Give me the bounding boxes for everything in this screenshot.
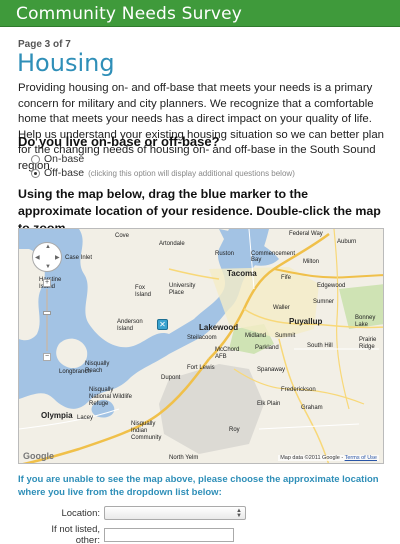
map-label-cove: Cove [115, 233, 130, 239]
question-base-label: Do you live on-base or off-base? [18, 134, 220, 149]
map-label-lakewood: Lakewood [199, 323, 239, 332]
map-label-sumner: Sumner [313, 299, 335, 305]
location-select[interactable]: ▲ ▼ [104, 506, 246, 520]
option-on-base-label: On-base [44, 153, 85, 165]
radio-off-base[interactable] [31, 168, 40, 178]
pan-down-icon[interactable]: ▼ [45, 264, 51, 270]
map-label-auburn: Auburn [337, 239, 357, 245]
pan-left-icon[interactable]: ◀ [35, 254, 40, 261]
location-label: Location: [61, 507, 100, 519]
zoom-track[interactable] [46, 289, 48, 351]
map-label-artondale: Artondale [159, 241, 185, 247]
map-label-parkland: Parkland [255, 345, 279, 351]
map-label-nisqually-indian: Nisqually Indian Community [131, 421, 162, 441]
question-dropdown-label: If you are unable to see the map above, … [18, 474, 379, 498]
map-label-puyallup: Puyallup [289, 317, 323, 326]
map-label-steilacoom: Steilacoom [187, 335, 217, 341]
other-field-row: If not listed, other: [30, 524, 234, 544]
map-label-waller: Waller [273, 305, 290, 311]
map-label-dupont: Dupont [161, 375, 181, 381]
map-label-federal-way: Federal Way [289, 231, 323, 237]
map-label-edgewood: Edgewood [317, 283, 346, 289]
map-attribution: Map data ©2011 Google - Terms of Use [278, 455, 379, 461]
map-label-commencement-bay: Commencement Bay [251, 251, 296, 263]
pan-right-icon[interactable]: ▶ [55, 254, 60, 261]
map-label-fox-island: Fox Island [135, 285, 152, 298]
option-off-base-note: (clicking this option will display addit… [88, 168, 295, 178]
pan-up-icon[interactable]: ▲ [45, 244, 51, 250]
map-label-milton: Milton [303, 259, 320, 265]
map-label-fife: Fife [281, 275, 292, 281]
map-data-credit: Map data ©2011 Google [280, 455, 340, 461]
map-label-bonney-lake: Bonney Lake [355, 315, 376, 328]
map-label-longbranch: Longbranch [59, 369, 91, 375]
map-label-north-yelm: North Yelm [169, 455, 199, 461]
map-label-spanaway: Spanaway [257, 367, 286, 373]
map-label-case-inlet: Case Inlet [65, 255, 93, 261]
map-pin-icon[interactable]: ✕ [157, 319, 168, 330]
map-label-olympia: Olympia [41, 411, 73, 420]
option-on-base[interactable]: On-base [31, 153, 84, 165]
radio-on-base[interactable] [31, 154, 40, 164]
other-location-input[interactable] [104, 528, 234, 542]
map-label-roy: Roy [229, 427, 240, 433]
map-label-university-place: University Place [169, 283, 196, 296]
select-arrows-icon: ▲ ▼ [236, 508, 242, 519]
map-label-south-hill: South Hill [307, 343, 333, 349]
map-pan-control[interactable]: ▲ ▼ ◀ ▶ [32, 242, 62, 272]
location-map[interactable]: Cove Artondale Ruston Federal Way Auburn… [18, 228, 384, 464]
map-label-elk-plain: Elk Plain [257, 401, 281, 407]
map-label-summit: Summit [275, 333, 296, 339]
zoom-out-button[interactable]: − [43, 353, 51, 361]
map-label-midland: Midland [245, 333, 267, 339]
survey-header: Community Needs Survey [0, 0, 400, 27]
map-label-anderson-island: Anderson Island [117, 319, 143, 332]
map-label-ruston: Ruston [215, 251, 235, 257]
map-label-fort-lewis: Fort Lewis [187, 365, 215, 371]
zoom-in-button[interactable]: + [43, 279, 51, 287]
other-label: If not listed, other: [51, 524, 100, 544]
zoom-slider-handle[interactable] [43, 311, 51, 315]
map-label-lacey: Lacey [77, 415, 94, 421]
terms-of-use-link[interactable]: Terms of Use [345, 455, 377, 461]
map-label-nisqually-refuge: Nisqually National Wildlife Refuge [89, 387, 133, 407]
map-label-mcchord-afb: McChord AFB [215, 347, 240, 360]
map-zoom-control[interactable]: + − [43, 279, 51, 361]
location-field-row: Location: ▲ ▼ [30, 506, 246, 520]
map-label-frederickson: Frederickson [281, 387, 316, 393]
map-label-prairie-ridge: Prairie Ridge [359, 337, 377, 350]
page-title: Housing [17, 49, 115, 77]
option-off-base[interactable]: Off-base (clicking this option will disp… [31, 167, 295, 179]
survey-title: Community Needs Survey [16, 4, 243, 24]
option-off-base-label: Off-base [44, 167, 85, 179]
google-logo: Google [23, 451, 54, 461]
map-label-tacoma: Tacoma [227, 269, 257, 278]
map-label-graham: Graham [301, 405, 323, 411]
